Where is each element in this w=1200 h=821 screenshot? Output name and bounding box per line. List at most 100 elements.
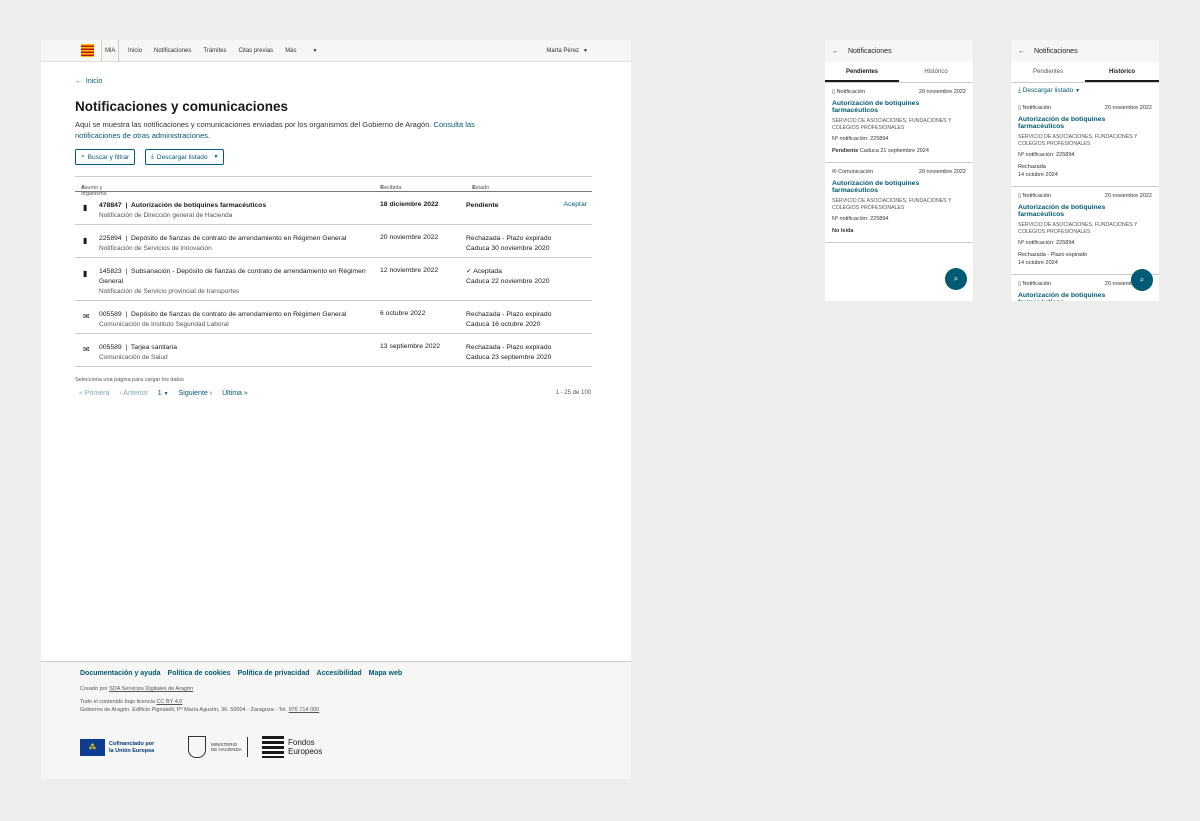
mobile-title: Notificaciones	[848, 47, 892, 55]
notification-card[interactable]: ✉ Comunicación 20 noviembre 2022 Autoriza…	[825, 163, 973, 243]
license-link[interactable]: CC BY 4.0	[156, 699, 182, 705]
document-icon: ▮	[83, 236, 88, 245]
tab-historico[interactable]: Histórico	[1085, 62, 1159, 82]
search-filter-button[interactable]: ⌕ Buscar y filtrar	[75, 149, 136, 165]
nav-citas-previas[interactable]: Citas previas	[239, 48, 274, 54]
row-subject: 005589 | Depósito de fianzas de contrato…	[99, 311, 347, 328]
nav-tramites[interactable]: Trámites	[203, 48, 226, 54]
nav-notificaciones[interactable]: Notificaciones	[154, 48, 191, 54]
card-status: Pendiente Caduca 21 septiembre 2024	[832, 147, 966, 155]
footer-link-docs[interactable]: Documentación y ayuda	[80, 670, 161, 677]
download-list-button[interactable]: ⤓ Descargar listado ▼	[145, 149, 225, 165]
next-page-button[interactable]: Siguiente ›	[179, 390, 213, 397]
ministry-logo: MINISTERIO DE HACIENDA	[188, 736, 248, 758]
row-status: ✓ Aceptada Caduca 22 noviembre 2020	[466, 267, 550, 287]
card-title[interactable]: Autorización de botiquines farmacéuticos	[832, 100, 966, 114]
document-icon: ▯	[1018, 105, 1022, 111]
card-type-label: Notificación	[1022, 193, 1051, 199]
tab-pendientes[interactable]: Pendientes	[825, 62, 899, 82]
row-number: 005589	[99, 311, 122, 318]
table-row[interactable]: ✉ 005589 | Depósito de fianzas de contra…	[75, 301, 592, 334]
row-expiry: Caduca 30 noviembre 2020	[466, 245, 550, 252]
caret-down-icon: ▼	[312, 48, 318, 54]
table-row[interactable]: ✉ 005589 | Tarjea sanitaria Comunicación …	[75, 334, 592, 367]
row-date: 13 septiembre 2022	[380, 343, 441, 350]
description-text: Aquí se muestra las notificaciones y com…	[75, 120, 432, 129]
nav-mas[interactable]: Más ▼	[285, 48, 329, 54]
row-number: 478847	[99, 202, 122, 209]
row-organism: Notificación de Dirección general de Hac…	[99, 212, 233, 219]
row-organism: Notificación de Servicios de innovación	[99, 245, 212, 252]
arrow-left-icon[interactable]: ←	[832, 48, 839, 55]
card-type-label: Notificación	[1022, 281, 1051, 287]
pagination-hint: Selecciona una página para cargar los da…	[75, 377, 184, 383]
fondos-line-2: Europeos	[288, 747, 323, 756]
notification-card[interactable]: ▯ Notificación 20 noviembre 2022 Autoriza…	[1011, 99, 1159, 187]
card-date: 20 noviembre 2022	[1104, 105, 1152, 111]
sort-icon: ⇕	[380, 185, 385, 191]
envelope-icon: ✉	[832, 169, 837, 175]
table-row[interactable]: ▮ 145823 | Subsanación - Depósito de fia…	[75, 258, 592, 301]
fondos-stripes-icon	[262, 736, 284, 758]
caret-down-icon: ▼	[213, 154, 219, 160]
card-organism: SERVICIO DE ASOCIACIONES, FUNDACIONES Y …	[1018, 222, 1138, 235]
download-list-button[interactable]: ⤓ Descargar listado ▼	[1011, 83, 1159, 99]
footer-link-cookies[interactable]: Política de cookies	[168, 670, 231, 677]
eu-logo: ⁂ Cofinanciado por la Unión Europea	[80, 739, 154, 756]
last-page-button[interactable]: Última »	[222, 390, 248, 397]
prev-page-button[interactable]: ‹ Anterior	[119, 390, 147, 397]
row-organism: Comunicación de Salud	[99, 354, 168, 361]
row-date: 20 noviembre 2022	[380, 234, 439, 241]
card-date: 20 noviembre 2022	[918, 89, 966, 95]
footer-link-sitemap[interactable]: Mapa web	[369, 670, 402, 677]
mobile-tabs: Pendientes Histórico	[1011, 62, 1159, 83]
row-expiry: Caduca 16 octubre 2020	[466, 321, 541, 328]
document-icon: ▮	[83, 269, 88, 278]
chevron-left-icon: ‹	[119, 390, 122, 397]
card-title[interactable]: Autorización de botiquines farmacéuticos	[1018, 292, 1152, 301]
card-number: Nº notificación: 225894	[1018, 240, 1075, 246]
row-status-text: Rechazada - Plazo expirado	[466, 311, 552, 318]
card-type: ▯ Notificación	[1018, 281, 1051, 287]
arrow-left-icon[interactable]: ←	[1018, 48, 1025, 55]
card-title[interactable]: Autorización de botiquines farmacéuticos	[1018, 204, 1152, 218]
last-page-label: Última	[222, 390, 242, 397]
footer-link-privacy[interactable]: Política de privacidad	[238, 670, 310, 677]
tab-historico[interactable]: Histórico	[899, 62, 973, 82]
top-bar: MiA Inicio Notificaciones Trámites Citas…	[41, 40, 631, 62]
row-subject-text: Subsanación - Depósito de fianzas de con…	[99, 268, 366, 285]
phone-link[interactable]: 976 714 000	[289, 707, 320, 713]
sda-link[interactable]: SDA Servicios Digitales de Aragón	[109, 686, 193, 692]
results-range: 1 - 25 de 100	[555, 390, 591, 396]
footer-link-accessibility[interactable]: Accesibilidad	[317, 670, 362, 677]
notification-card[interactable]: ▯ Notificación 20 noviembre 2022 Autoriza…	[825, 83, 973, 163]
card-title[interactable]: Autorización de botiquines farmacéuticos	[832, 180, 966, 194]
user-menu[interactable]: Marta Pérez ▼	[546, 40, 588, 62]
row-subject: 145823 | Subsanación - Depósito de fianz…	[99, 268, 366, 295]
row-subject: 478847 | Autorización de botiquines farm…	[99, 202, 267, 219]
nav-inicio[interactable]: Inicio	[128, 48, 142, 54]
card-number: Nº notificación: 225894	[832, 136, 889, 142]
search-fab-button[interactable]: ⌕	[1131, 269, 1153, 291]
aragon-flag-logo[interactable]	[81, 44, 94, 57]
back-link[interactable]: ← Inicio	[75, 78, 102, 85]
card-status-text: Rechazada	[1018, 164, 1046, 170]
document-icon: ▯	[1018, 193, 1022, 199]
card-type: ▯ Notificación	[1018, 105, 1051, 111]
card-title[interactable]: Autorización de botiquines farmacéuticos	[1018, 116, 1152, 130]
document-icon: ▯	[832, 89, 836, 95]
user-name: Marta Pérez	[546, 48, 580, 54]
card-status-rest: Caduca 21 septiembre 2024	[859, 148, 929, 154]
search-fab-button[interactable]: ⌕	[945, 268, 967, 290]
accept-link[interactable]: Aceptar	[564, 201, 587, 208]
envelope-icon: ✉	[83, 345, 90, 354]
first-page-button[interactable]: « Primera	[79, 390, 109, 397]
notification-card[interactable]: ▯ Notificación 20 noviembre 2022 Autoriza…	[1011, 187, 1159, 275]
row-date: 12 noviembre 2022	[380, 267, 439, 274]
table-row[interactable]: ▮ 225894 | Depósito de fianzas de contra…	[75, 225, 592, 258]
tab-pendientes[interactable]: Pendientes	[1011, 62, 1085, 82]
row-organism: Notificación de Servicio provincial de t…	[99, 288, 240, 295]
page-select[interactable]: 1 ▼	[158, 390, 169, 397]
table-row[interactable]: ▮ 478847 | Autorización de botiquines fa…	[75, 192, 592, 225]
mia-label[interactable]: MiA	[101, 40, 120, 62]
